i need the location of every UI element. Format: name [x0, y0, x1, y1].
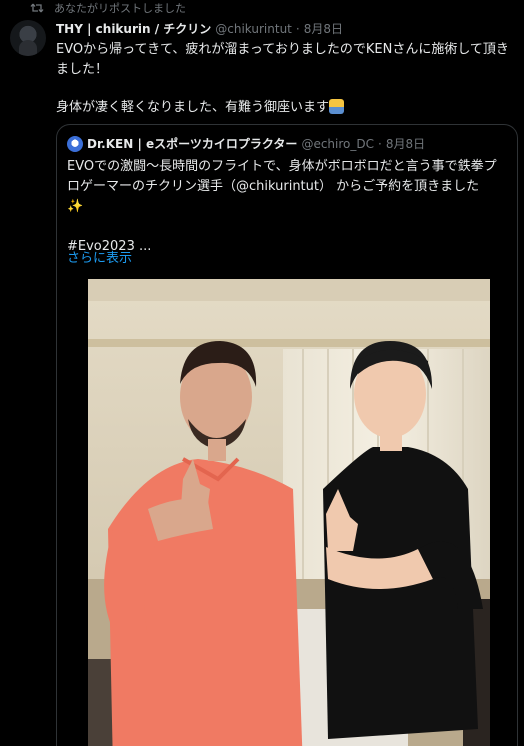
quoted-header: Dr.KEN | eスポーツカイロプラクター @echiro_DC · 8月8日 [67, 135, 425, 152]
tweet-header: THY | chikurin / チクリン @chikurintut · 8月8… [56, 20, 343, 37]
bowing-emoji [329, 99, 345, 114]
tweet-line-2-text: 身体が凄く軽くなりました、有難う御座います [56, 100, 330, 115]
repost-icon [30, 3, 44, 13]
tweet-text: EVOから帰ってきて、疲れが溜まっておりましたのでKENさんに施術して頂きました… [56, 40, 514, 118]
author-name[interactable]: THY | chikurin / チクリン [56, 20, 211, 37]
quoted-tweet[interactable]: Dr.KEN | eスポーツカイロプラクター @echiro_DC · 8月8日… [56, 124, 518, 746]
tweet-line-2: 身体が凄く軽くなりました、有難う御座います [56, 98, 514, 118]
user-avatar[interactable] [10, 20, 46, 56]
quoted-main-text: EVOでの激闘〜長時間のフライトで、身体がボロボロだと言う事で鉄拳プロゲーマーの… [67, 159, 497, 194]
separator: · [295, 21, 300, 36]
quoted-photo[interactable] [88, 279, 490, 746]
quoted-separator: · [378, 136, 382, 151]
tweet-date[interactable]: 8月8日 [304, 20, 343, 37]
quoted-text: EVOでの激闘〜長時間のフライトで、身体がボロボロだと言う事で鉄拳プロゲーマーの… [67, 157, 507, 257]
quoted-date[interactable]: 8月8日 [386, 135, 425, 152]
quoted-author-name[interactable]: Dr.KEN | eスポーツカイロプラクター [87, 135, 297, 152]
quoted-handle[interactable]: @echiro_DC [301, 137, 374, 151]
photo-illustration [88, 279, 490, 746]
show-more-link[interactable]: さらに表示 [67, 247, 132, 266]
repost-indicator[interactable]: あなたがリポストしました [30, 0, 186, 16]
tweet-line-1: EVOから帰ってきて、疲れが溜まっておりましたのでKENさんに施術して頂きました… [56, 42, 509, 77]
sparkles-emoji: ✨ [67, 199, 84, 214]
repost-label: あなたがリポストしました [54, 2, 186, 15]
author-handle[interactable]: @chikurintut [215, 22, 292, 36]
quoted-avatar[interactable] [67, 135, 83, 152]
